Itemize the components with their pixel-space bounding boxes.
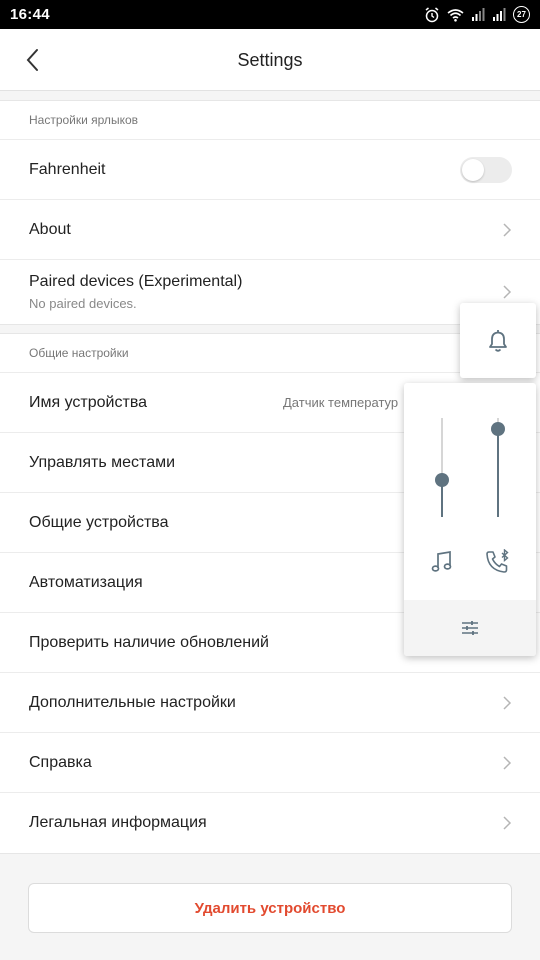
call-volume-slider[interactable] (488, 418, 508, 517)
wifi-icon (447, 8, 464, 22)
battery-level: 27 (517, 10, 526, 19)
device-name-label: Имя устройства (29, 393, 148, 411)
help-row[interactable]: Справка (0, 733, 540, 793)
slider-thumb[interactable] (435, 473, 449, 488)
signal-icon (493, 8, 506, 21)
device-name-value: Датчик температур (283, 395, 399, 410)
section-header: Общие настройки (0, 334, 540, 373)
chevron-right-icon (503, 816, 512, 830)
about-row[interactable]: About (0, 200, 540, 260)
bluetooth-phone-icon (486, 549, 509, 573)
slider-fill (497, 429, 499, 517)
about-label: About (29, 220, 71, 238)
delete-device-button[interactable]: Удалить устройство (28, 883, 512, 933)
paired-devices-subtitle: No paired devices. (29, 296, 137, 311)
check-updates-label: Проверить наличие обновлений (29, 633, 269, 651)
page-title: Settings (237, 50, 303, 70)
ringer-mode-button[interactable] (460, 303, 536, 378)
bell-icon (489, 329, 507, 352)
status-bar: 16:44 27 (0, 0, 540, 29)
signal-icon (472, 8, 485, 21)
help-label: Справка (29, 753, 92, 771)
chevron-right-icon (503, 285, 512, 299)
additional-settings-label: Дополнительные настройки (29, 693, 236, 711)
volume-settings-button[interactable] (404, 600, 536, 656)
section-header: Настройки ярлыков (0, 101, 540, 140)
legal-info-row[interactable]: Легальная информация (0, 793, 540, 853)
chevron-right-icon (503, 695, 512, 710)
chevron-right-icon (503, 222, 512, 237)
sliders-icon (462, 621, 478, 635)
legal-info-label: Легальная информация (29, 814, 207, 831)
alarm-icon (425, 6, 439, 22)
volume-panel (404, 383, 536, 656)
fahrenheit-label: Fahrenheit (29, 160, 106, 178)
additional-settings-row[interactable]: Дополнительные настройки (0, 673, 540, 733)
toggle-knob (462, 158, 484, 181)
slider-thumb[interactable] (491, 422, 505, 437)
media-volume-slider[interactable] (432, 418, 452, 517)
paired-devices-label: Paired devices (Experimental) (29, 273, 243, 290)
paired-devices-row[interactable]: Paired devices (Experimental) No paired … (0, 260, 540, 324)
fahrenheit-row: Fahrenheit (0, 140, 540, 200)
section-shortcut-settings: Настройки ярлыков Fahrenheit About Paire… (0, 100, 540, 325)
app-header: Settings (0, 29, 540, 91)
chevron-right-icon (503, 755, 512, 770)
fahrenheit-toggle[interactable] (460, 156, 512, 183)
status-time: 16:44 (10, 6, 50, 23)
status-icons: 27 (424, 6, 530, 23)
music-note-icon (431, 550, 452, 572)
battery-icon: 27 (513, 6, 530, 23)
shared-devices-label: Общие устройства (29, 513, 169, 531)
automation-label: Автоматизация (29, 573, 143, 591)
manage-places-label: Управлять местами (29, 453, 176, 471)
